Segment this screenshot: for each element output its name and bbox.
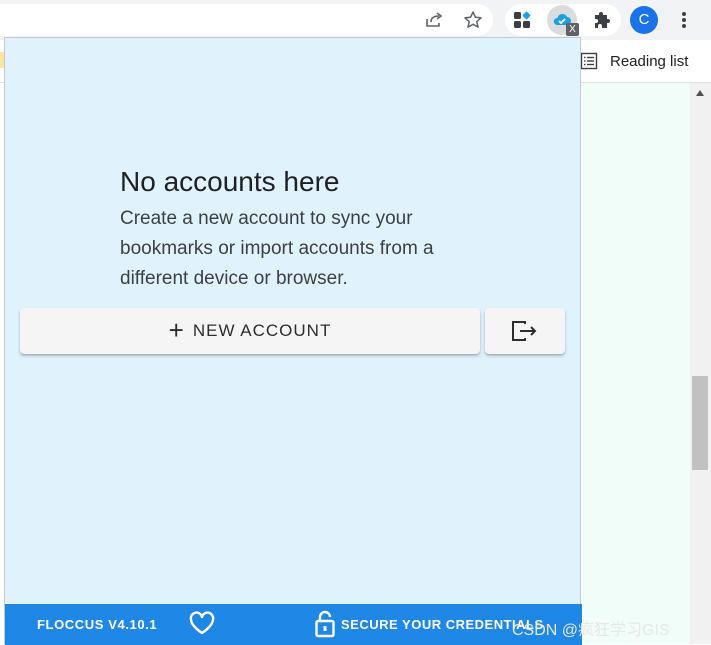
empty-state-description: Create a new account to sync your bookma… [120, 208, 434, 289]
star-icon[interactable] [458, 5, 488, 35]
floccus-popup: No accounts here Create a new account to… [4, 37, 582, 645]
version-label: FLOCCUS V4.10.1 [37, 617, 158, 632]
new-account-button[interactable]: + NEW ACCOUNT [20, 308, 480, 354]
scrollbar-thumb[interactable] [692, 376, 708, 470]
lock-icon[interactable] [314, 610, 336, 638]
extension-apps-icon[interactable] [507, 5, 537, 35]
scrollbar[interactable] [690, 83, 711, 644]
extension-badge: X [566, 23, 579, 36]
plus-icon: + [168, 315, 185, 345]
reading-list-button[interactable]: Reading list [580, 48, 688, 74]
heart-icon[interactable] [188, 611, 216, 637]
import-accounts-button[interactable] [485, 308, 565, 354]
scroll-up-arrow-icon[interactable] [696, 90, 704, 96]
browser-toolbar: X C [0, 0, 711, 40]
puzzle-icon[interactable] [588, 5, 618, 35]
import-export-icon [512, 321, 537, 341]
reading-list-label: Reading list [610, 52, 689, 70]
empty-state-title: No accounts here [120, 166, 340, 197]
profile-avatar[interactable]: C [630, 6, 658, 34]
page-content [582, 83, 690, 644]
share-icon[interactable] [419, 5, 449, 35]
reading-list-icon [580, 52, 598, 70]
watermark: CSDN @疯狂学习GIS [512, 622, 670, 639]
new-account-label: NEW ACCOUNT [192, 321, 332, 340]
popup-footer: FLOCCUS V4.10.1 SECURE YOUR CREDENTIALS [5, 604, 582, 645]
more-vert-icon[interactable] [669, 5, 699, 35]
